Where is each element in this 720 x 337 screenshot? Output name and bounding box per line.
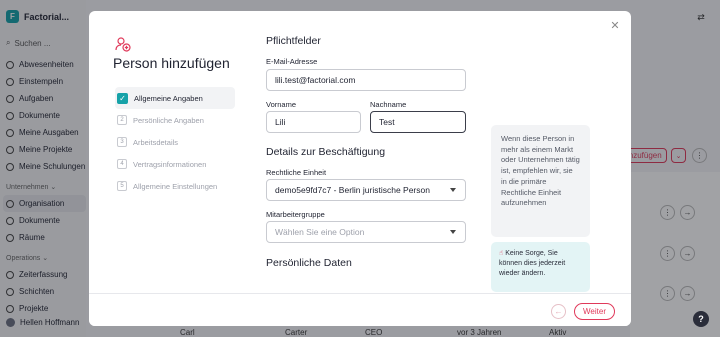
last-name-field[interactable]: Test	[370, 111, 466, 133]
add-person-icon	[115, 37, 131, 52]
close-icon[interactable]: ✕	[609, 19, 621, 32]
legal-entity-select[interactable]: demo5e9fd7c7 - Berlin juristische Person	[266, 179, 466, 201]
last-name-label: Nachname	[370, 100, 407, 109]
step-label: Allgemeine Einstellungen	[133, 181, 218, 191]
email-field[interactable]: lili.test@factorial.com	[266, 69, 466, 91]
step-number: 4	[117, 159, 127, 169]
back-button[interactable]: ←	[551, 304, 566, 319]
legal-entity-info: Wenn diese Person in mehr als einem Mark…	[491, 125, 590, 237]
modal-footer: ← Weiter	[89, 293, 631, 326]
first-name-field[interactable]: Lili	[266, 111, 361, 133]
step-number: 3	[117, 137, 127, 147]
step-contract[interactable]: 4 Vertragsinformationen	[115, 153, 235, 175]
legal-entity-value: demo5e9fd7c7 - Berlin juristische Person	[275, 185, 430, 195]
tip-card: ☝ Keine Sorge, Sie können dies jederzeit…	[491, 242, 590, 292]
step-label: Allgemeine Angaben	[134, 93, 203, 103]
step-number: 2	[117, 115, 127, 125]
section-employment: Details zur Beschäftigung	[266, 146, 386, 158]
work-group-select[interactable]: Wählen Sie eine Option	[266, 221, 466, 243]
email-label: E-Mail-Adresse	[266, 57, 318, 66]
check-icon: ✓	[117, 92, 128, 104]
tip-text: Keine Sorge, Sie können dies jederzeit w…	[499, 250, 566, 277]
step-general[interactable]: ✓ Allgemeine Angaben	[115, 87, 235, 109]
work-group-placeholder: Wählen Sie eine Option	[275, 227, 365, 237]
modal-title: Person hinzufügen	[113, 55, 230, 71]
help-button[interactable]: ?	[693, 311, 709, 327]
section-required: Pflichtfelder	[266, 35, 321, 47]
person-form: Pflichtfelder E-Mail-Adresse lili.test@f…	[266, 11, 471, 293]
stepper: ✓ Allgemeine Angaben 2 Persönliche Angab…	[115, 87, 235, 197]
add-person-modal: ✕ Person hinzufügen ✓ Allgemeine Angaben…	[89, 11, 631, 326]
step-label: Arbeitsdetails	[133, 137, 179, 147]
caret-down-icon	[450, 230, 456, 234]
work-group-label: Mitarbeitergruppe	[266, 210, 325, 219]
step-work[interactable]: 3 Arbeitsdetails	[115, 131, 235, 153]
legal-entity-label: Rechtliche Einheit	[266, 168, 327, 177]
next-button[interactable]: Weiter	[574, 303, 615, 320]
step-number: 5	[117, 181, 127, 191]
hand-icon: ☝	[499, 250, 504, 257]
first-name-label: Vorname	[266, 100, 297, 109]
step-settings[interactable]: 5 Allgemeine Einstellungen	[115, 175, 235, 197]
step-label: Vertragsinformationen	[133, 159, 207, 169]
step-personal[interactable]: 2 Persönliche Angaben	[115, 109, 235, 131]
stepper-pane: Person hinzufügen ✓ Allgemeine Angaben 2…	[89, 11, 249, 293]
section-personal: Persönliche Daten	[266, 257, 352, 269]
step-label: Persönliche Angaben	[133, 115, 204, 125]
caret-down-icon	[450, 188, 456, 192]
